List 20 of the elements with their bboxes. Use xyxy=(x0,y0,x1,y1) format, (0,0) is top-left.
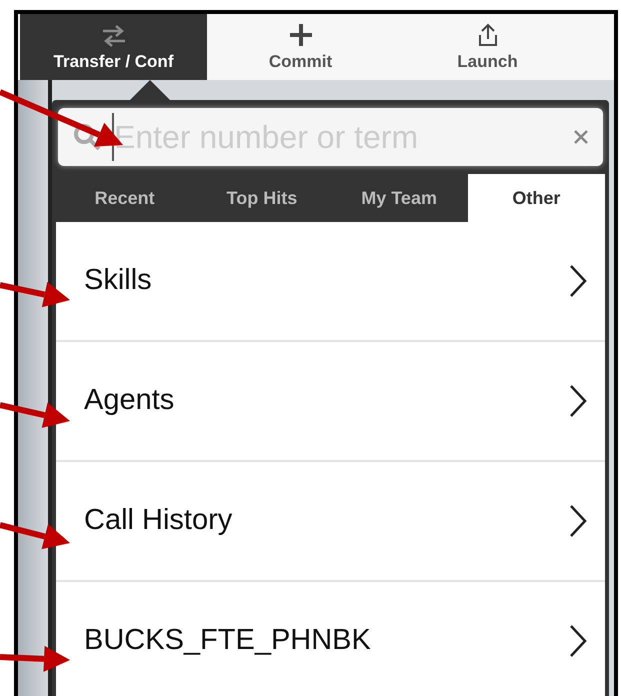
annotation-arrow xyxy=(0,402,70,428)
share-icon xyxy=(476,22,498,46)
chevron-right-icon xyxy=(569,384,587,418)
chevron-right-icon xyxy=(569,624,587,658)
list-item[interactable]: Call History xyxy=(56,462,605,582)
search-icon xyxy=(72,122,102,152)
annotation-arrow xyxy=(0,522,70,550)
close-icon[interactable] xyxy=(573,129,589,145)
toolbar-button[interactable]: Launch xyxy=(394,14,581,80)
list-item[interactable]: Skills xyxy=(56,222,605,342)
list-item[interactable]: Agents xyxy=(56,342,605,462)
chevron-right-icon xyxy=(569,504,587,538)
plus-icon xyxy=(288,22,312,46)
toolbar-button[interactable]: Commit xyxy=(207,14,394,80)
tab[interactable]: Other xyxy=(468,174,605,222)
annotation-arrow xyxy=(0,646,70,672)
transfer-arrows-icon xyxy=(100,24,126,46)
chevron-right-icon xyxy=(569,264,587,298)
annotation-arrow xyxy=(0,282,70,308)
toolbar-button[interactable]: Transfer / Conf xyxy=(20,14,207,80)
